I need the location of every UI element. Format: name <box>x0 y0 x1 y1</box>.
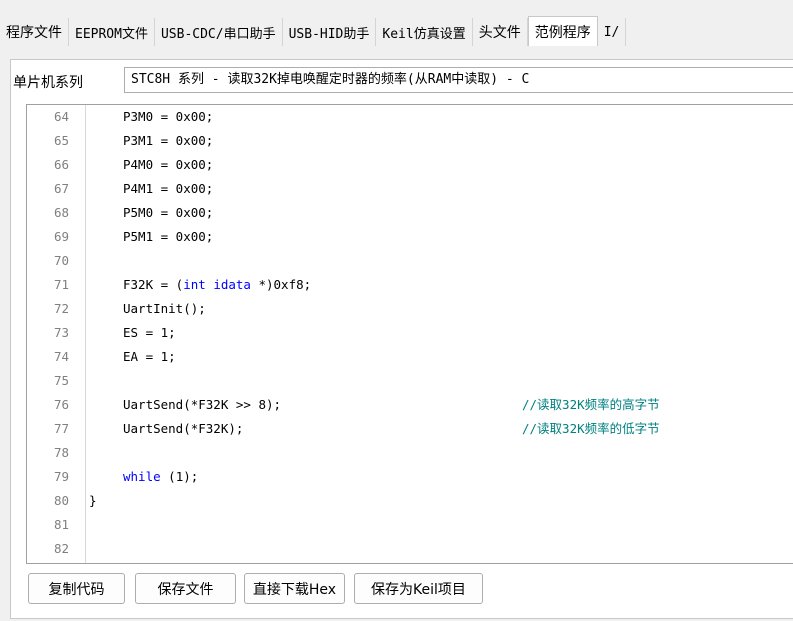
code-text: P5M0 = 0x00; <box>123 201 213 225</box>
line-number: 72 <box>53 301 69 316</box>
code-line: 70 <box>27 249 793 273</box>
code-line: 73 ES = 1; <box>27 321 793 345</box>
code-token: EA = 1; <box>123 349 176 364</box>
series-select[interactable]: STC8H 系列 - 读取32K掉电唤醒定时器的频率(从RAM中读取) - C <box>124 67 793 93</box>
line-number: 78 <box>53 445 69 460</box>
code-line: 67 P4M1 = 0x00; <box>27 177 793 201</box>
code-token: (1); <box>160 469 199 484</box>
code-token: UartSend(*F32K >> 8); <box>123 397 282 412</box>
code-line: 71 F32K = (int idata *)0xf8; <box>27 273 793 297</box>
code-token: P3M0 = 0x00; <box>123 109 214 124</box>
tab-6[interactable]: 范例程序 <box>527 16 598 46</box>
code-token: } <box>89 493 97 508</box>
tab-4[interactable]: Keil仿真设置 <box>376 18 473 46</box>
tab-2[interactable]: USB-CDC/串口助手 <box>155 18 283 46</box>
tab-label: USB-HID助手 <box>288 26 370 42</box>
code-token: UartInit(); <box>123 301 206 316</box>
tab-label: 程序文件 <box>6 25 62 41</box>
code-text: UartInit(); <box>123 297 206 321</box>
tab-5[interactable]: 头文件 <box>473 18 528 46</box>
code-line: 68 P5M0 = 0x00; <box>27 201 793 225</box>
download-hex-button[interactable]: 直接下载Hex <box>244 573 345 604</box>
keyword-token: while <box>123 469 161 484</box>
tab-label: I/ <box>603 24 620 40</box>
code-token: P5M0 = 0x00; <box>123 205 214 220</box>
code-line: 64 P3M0 = 0x00; <box>27 105 793 129</box>
tab-7[interactable]: I/ <box>598 18 627 46</box>
tab-label: 范例程序 <box>534 24 591 41</box>
code-line: 81 <box>27 513 793 537</box>
line-number: 76 <box>53 397 69 412</box>
line-number: 70 <box>53 253 69 268</box>
line-number: 77 <box>53 421 69 436</box>
line-number: 69 <box>53 229 69 244</box>
code-line: 72 UartInit(); <box>27 297 793 321</box>
line-number: 79 <box>53 469 69 484</box>
save-file-button[interactable]: 保存文件 <box>135 573 236 604</box>
tab-label: EEPROM文件 <box>75 26 148 42</box>
code-text: ES = 1; <box>123 321 176 345</box>
code-text: P4M0 = 0x00; <box>123 153 213 177</box>
code-token: *)0xf8; <box>250 277 312 292</box>
download-hex-label: 直接下载Hex <box>252 581 337 598</box>
tab-label: 头文件 <box>478 25 521 41</box>
code-line: 80} <box>27 489 793 513</box>
line-number: 75 <box>53 373 69 388</box>
copy-code-label: 复制代码 <box>48 581 105 598</box>
line-number: 64 <box>53 109 69 124</box>
line-number: 74 <box>53 349 69 364</box>
save-keil-project-label: 保存为Keil项目 <box>371 581 466 598</box>
code-text: UartSend(*F32K); <box>123 417 243 441</box>
line-number: 81 <box>53 517 69 532</box>
line-number: 80 <box>53 493 69 508</box>
keyword-token: int idata <box>183 277 251 292</box>
tab-bar: 程序文件 EEPROM文件 USB-CDC/串口助手 USB-HID助手 Keil仿真设… <box>0 16 793 46</box>
line-number: 71 <box>53 277 69 292</box>
tab-1[interactable]: EEPROM文件 <box>69 18 155 46</box>
code-token: ES = 1; <box>123 325 176 340</box>
tab-label: USB-CDC/串口助手 <box>160 26 276 42</box>
code-line: 82 <box>27 537 793 561</box>
code-text: EA = 1; <box>123 345 176 369</box>
code-comment: //读取32K频率的高字节 <box>522 397 660 412</box>
code-line: 69 P5M1 = 0x00; <box>27 225 793 249</box>
tab-label: Keil仿真设置 <box>382 26 466 42</box>
tab-3[interactable]: USB-HID助手 <box>283 18 377 46</box>
code-comment: //读取32K频率的低字节 <box>522 421 660 436</box>
code-token: UartSend(*F32K); <box>123 421 244 436</box>
code-line: 65 P3M1 = 0x00; <box>27 129 793 153</box>
code-text: P4M1 = 0x00; <box>123 177 213 201</box>
line-number: 67 <box>53 181 69 196</box>
tab-0[interactable]: 程序文件 <box>0 18 69 46</box>
code-text: P3M1 = 0x00; <box>123 129 213 153</box>
line-number: 73 <box>53 325 69 340</box>
line-number: 65 <box>53 133 69 148</box>
code-token: P3M1 = 0x00; <box>123 133 214 148</box>
code-line: 66 P4M0 = 0x00; <box>27 153 793 177</box>
line-number: 82 <box>53 541 69 556</box>
code-token: P5M1 = 0x00; <box>123 229 214 244</box>
code-line: 78 <box>27 441 793 465</box>
code-text: UartSend(*F32K >> 8); <box>123 393 281 417</box>
code-line: 75 <box>27 369 793 393</box>
code-line: 79 while (1); <box>27 465 793 489</box>
code-text: P5M1 = 0x00; <box>123 225 213 249</box>
code-text: F32K = (int idata *)0xf8; <box>123 273 311 297</box>
code-token: P4M0 = 0x00; <box>123 157 214 172</box>
series-label: 单片机系列 <box>13 75 83 91</box>
save-keil-project-button[interactable]: 保存为Keil项目 <box>354 573 483 604</box>
code-token: P4M1 = 0x00; <box>123 181 214 196</box>
code-editor[interactable]: 64 P3M0 = 0x00; 65 P3M1 = 0x00; 66 P4M0 = 0x0… <box>26 104 793 564</box>
code-line: 76 UartSend(*F32K >> 8); //读取32K频率的高字节 <box>27 393 793 417</box>
save-file-label: 保存文件 <box>157 581 214 598</box>
code-line: 77 UartSend(*F32K); //读取32K频率的低字节 <box>27 417 793 441</box>
code-text: } <box>89 489 97 513</box>
line-number: 66 <box>53 157 69 172</box>
code-token: F32K = ( <box>123 277 184 292</box>
copy-code-button[interactable]: 复制代码 <box>28 573 125 604</box>
code-line: 74 EA = 1; <box>27 345 793 369</box>
code-text: P3M0 = 0x00; <box>123 105 213 129</box>
code-text: while (1); <box>123 465 198 489</box>
line-number: 68 <box>53 205 69 220</box>
